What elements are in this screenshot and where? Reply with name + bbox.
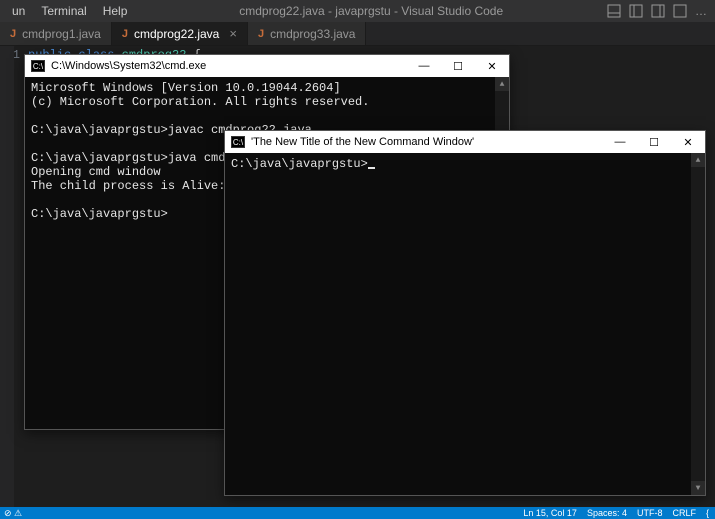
cmd-window-2[interactable]: C:\ 'The New Title of the New Command Wi…	[224, 130, 706, 496]
window-title: cmdprog22.java - javaprgstu - Visual Stu…	[135, 4, 607, 18]
status-encoding[interactable]: UTF-8	[637, 508, 663, 518]
status-eol[interactable]: CRLF	[672, 508, 696, 518]
tab-label: cmdprog33.java	[270, 27, 355, 41]
window-title-text: C:\Windows\System32\cmd.exe	[51, 60, 407, 72]
layout-sidebar-icon[interactable]	[629, 4, 643, 18]
menubar: un Terminal Help cmdprog22.java - javapr…	[0, 0, 715, 22]
close-icon[interactable]: ×	[229, 26, 237, 41]
layout-full-icon[interactable]	[673, 4, 687, 18]
status-ln-col[interactable]: Ln 15, Col 17	[523, 508, 577, 518]
layout-panel-icon[interactable]	[607, 4, 621, 18]
status-lang[interactable]: {	[706, 508, 709, 518]
tab-label: cmdprog22.java	[134, 27, 219, 41]
scroll-up-icon[interactable]: ▲	[691, 153, 705, 167]
close-button[interactable]: ✕	[475, 55, 509, 77]
minimize-button[interactable]: —	[407, 55, 441, 77]
minimize-button[interactable]: —	[603, 131, 637, 153]
maximize-button[interactable]: ☐	[637, 131, 671, 153]
title-actions: …	[607, 4, 711, 18]
java-file-icon: J	[122, 28, 128, 40]
maximize-button[interactable]: ☐	[441, 55, 475, 77]
java-file-icon: J	[258, 28, 264, 40]
scroll-up-icon[interactable]: ▲	[495, 77, 509, 91]
more-icon[interactable]: …	[695, 4, 707, 18]
menu-terminal[interactable]: Terminal	[33, 4, 94, 18]
titlebar[interactable]: C:\ 'The New Title of the New Command Wi…	[225, 131, 705, 153]
terminal-output[interactable]: C:\java\javaprgstu> ▲ ▼	[225, 153, 705, 495]
window-title-text: 'The New Title of the New Command Window…	[251, 136, 603, 148]
layout-sidebar-right-icon[interactable]	[651, 4, 665, 18]
scrollbar[interactable]: ▲ ▼	[691, 153, 705, 495]
cmd-icon: C:\	[31, 60, 45, 72]
activity-bar	[0, 46, 14, 507]
cmd-icon: C:\	[231, 136, 245, 148]
close-button[interactable]: ✕	[671, 131, 705, 153]
status-problems[interactable]: ⊘ ⚠	[4, 508, 22, 519]
tab-cmdprog33[interactable]: J cmdprog33.java	[248, 22, 367, 45]
status-spaces[interactable]: Spaces: 4	[587, 508, 627, 518]
menu-help[interactable]: Help	[95, 4, 136, 18]
menu-run[interactable]: un	[4, 4, 33, 18]
tab-label: cmdprog1.java	[22, 27, 101, 41]
tab-cmdprog22[interactable]: J cmdprog22.java ×	[112, 22, 248, 45]
tab-cmdprog1[interactable]: J cmdprog1.java	[0, 22, 112, 45]
titlebar[interactable]: C:\ C:\Windows\System32\cmd.exe — ☐ ✕	[25, 55, 509, 77]
scroll-down-icon[interactable]: ▼	[691, 481, 705, 495]
statusbar: ⊘ ⚠ Ln 15, Col 17 Spaces: 4 UTF-8 CRLF {	[0, 507, 715, 519]
java-file-icon: J	[10, 28, 16, 40]
cursor-icon	[368, 167, 375, 169]
tabbar: J cmdprog1.java J cmdprog22.java × J cmd…	[0, 22, 715, 46]
